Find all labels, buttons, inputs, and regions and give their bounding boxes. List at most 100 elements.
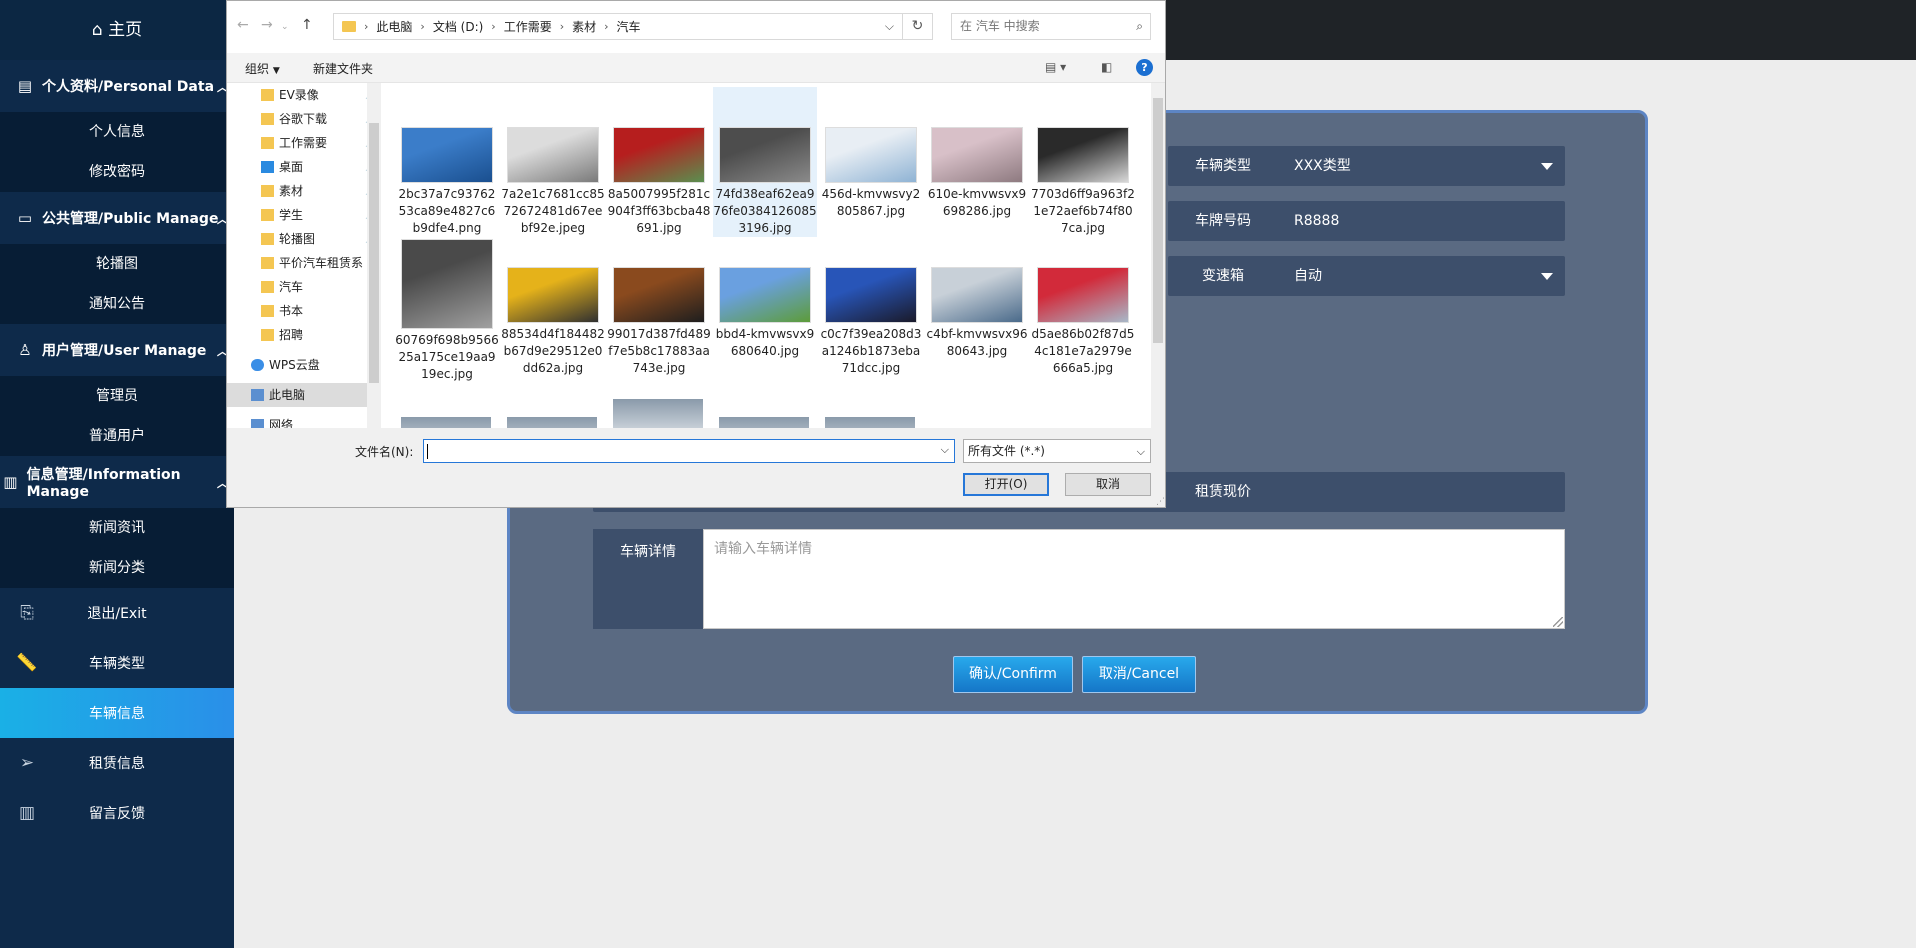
file-tile[interactable]: 60769f698b956625a175ce19aa919ec.jpg [395, 239, 499, 383]
plate-number-field[interactable]: 车牌号码 R8888 [1168, 201, 1565, 241]
cancel-button[interactable]: 取消/Cancel [1082, 656, 1196, 693]
chevron-down-icon[interactable]: ⌵ [885, 19, 894, 34]
file-tile[interactable]: 7a2e1c7681cc8572672481d67eebf92e.jpeg [501, 87, 605, 237]
file-thumbnail [401, 127, 493, 183]
nav-item[interactable]: 书本 [261, 299, 303, 323]
nav-item-this-pc[interactable]: 此电脑 [227, 383, 367, 407]
sidebar-item-rental-info[interactable]: ➢ 租赁信息 [0, 738, 234, 788]
vehicle-type-select[interactable]: 车辆类型 XXX类型 [1168, 146, 1565, 186]
nav-item[interactable]: 工作需要📌 [261, 131, 367, 155]
sidebar-item-personal-info[interactable]: 个人信息 [0, 112, 234, 152]
refresh-button[interactable]: ↻ [903, 13, 933, 40]
sidebar-item-news-category[interactable]: 新闻分类 [0, 548, 234, 588]
file-thumbnail-partial[interactable] [613, 399, 703, 428]
resize-grip-icon[interactable]: ⋰ [1156, 497, 1165, 507]
sidebar-item-exit[interactable]: ⎘ 退出/Exit [0, 588, 234, 638]
plate-number-label: 车牌号码 [1195, 213, 1251, 229]
preview-pane-icon[interactable]: ◧ [1101, 60, 1112, 74]
file-tile[interactable]: c0c7f39ea208d3a1246b1873eba71dcc.jpg [819, 239, 923, 377]
gearbox-select[interactable]: 变速箱 自动 [1168, 256, 1565, 296]
nav-item[interactable]: 谷歌下载📌 [261, 107, 367, 131]
breadcrumb-item[interactable]: 文档 (D:) [433, 18, 483, 35]
sidebar-item-notice[interactable]: 通知公告 [0, 284, 234, 324]
sidebar-group-users[interactable]: ♙ 用户管理/User Manage ︿ [0, 324, 234, 376]
sidebar-home[interactable]: ⌂ 主页 [0, 0, 234, 60]
file-tile[interactable]: d5ae86b02f87d54c181e7a2979e666a5.jpg [1031, 239, 1135, 377]
nav-item[interactable]: 轮播图📌 [261, 227, 367, 251]
file-tile[interactable]: 456d-kmvwsvy2805867.jpg [819, 87, 923, 220]
sidebar-item-normal-user[interactable]: 普通用户 [0, 416, 234, 456]
back-arrow-icon[interactable]: ← [237, 17, 249, 33]
vehicle-detail-textarea[interactable]: 请输入车辆详情 [703, 529, 1565, 629]
breadcrumb-item[interactable]: 此电脑 [376, 18, 412, 35]
sidebar-item-admin[interactable]: 管理员 [0, 376, 234, 416]
file-tile[interactable]: c4bf-kmvwsvx9680643.jpg [925, 239, 1029, 360]
nav-item[interactable]: EV录像📌 [261, 83, 367, 107]
sidebar-group-personal[interactable]: ▤ 个人资料/Personal Data ︿ [0, 60, 234, 112]
file-thumbnail [825, 267, 917, 323]
nav-scrollbar[interactable] [367, 83, 381, 428]
file-thumbnail [825, 127, 917, 183]
breadcrumb-item[interactable]: 工作需要 [504, 18, 552, 35]
file-thumbnail-partial[interactable] [825, 417, 915, 428]
file-thumbnail [613, 127, 705, 183]
nav-item[interactable]: 招聘 [261, 323, 303, 347]
dialog-cancel-button[interactable]: 取消 [1065, 473, 1151, 496]
file-tile[interactable]: 88534d4f184482b67d9e29512e0dd62a.jpg [501, 239, 605, 377]
new-folder-button[interactable]: 新建文件夹 [313, 60, 373, 77]
sidebar-item-change-password[interactable]: 修改密码 [0, 152, 234, 192]
sidebar-item-feedback[interactable]: ▥ 留言反馈 [0, 788, 234, 838]
up-arrow-icon[interactable]: ↑ [301, 17, 313, 33]
file-tile[interactable]: 610e-kmvwsvx9698286.jpg [925, 87, 1029, 220]
forward-arrow-icon[interactable]: → [261, 17, 273, 33]
file-thumbnail-partial[interactable] [401, 417, 491, 428]
file-tile[interactable]: 74fd38eaf62ea976fe03841260853196.jpg [713, 87, 817, 237]
file-tile[interactable]: 2bc37a7c9376253ca89e4827c6b9dfe4.png [395, 87, 499, 237]
scrollbar-thumb[interactable] [369, 123, 379, 383]
sidebar-item-vehicle-info[interactable]: 车辆信息 [0, 688, 234, 738]
help-icon[interactable]: ? [1136, 59, 1153, 76]
sidebar-group-information[interactable]: ▥ 信息管理/Information Manage ︿ [0, 456, 234, 508]
scrollbar-thumb[interactable] [1153, 98, 1163, 343]
file-tile[interactable]: 7703d6ff9a963f21e72aef6b74f807ca.jpg [1031, 87, 1135, 237]
nav-item[interactable]: 平价汽车租赁系 [261, 251, 363, 275]
file-tile[interactable]: 8a5007995f281c904f3ff63bcba48691.jpg [607, 87, 711, 237]
sidebar-group-label: 公共管理/Public Manage [42, 211, 219, 227]
view-options-icon[interactable]: ▤ ▾ [1045, 60, 1066, 74]
resize-grip-icon[interactable] [1553, 617, 1563, 627]
confirm-button[interactable]: 确认/Confirm [953, 656, 1073, 693]
file-thumbnail-partial[interactable] [507, 417, 597, 428]
file-tile[interactable]: 99017d387fd489f7e5b8c17883aa743e.jpg [607, 239, 711, 377]
nav-item[interactable]: 素材📌 [261, 179, 367, 203]
address-bar[interactable]: › 此电脑 › 文档 (D:) › 工作需要 › 素材 › 汽车 ⌵ [333, 13, 903, 40]
nav-item[interactable]: 汽车 [261, 275, 303, 299]
open-button[interactable]: 打开(O) [963, 473, 1049, 496]
file-tile[interactable]: bbd4-kmvwsvx9680640.jpg [713, 239, 817, 360]
file-open-dialog: ← → ⌄ ↑ › 此电脑 › 文档 (D:) › 工作需要 › 素材 › 汽车… [226, 0, 1166, 508]
sidebar-item-news[interactable]: 新闻资讯 [0, 508, 234, 548]
file-name: d5ae86b02f87d54c181e7a2979e666a5.jpg [1031, 327, 1135, 375]
filetype-select[interactable]: 所有文件 (*.*) ⌵ [963, 439, 1151, 463]
file-scrollbar[interactable] [1151, 83, 1165, 428]
breadcrumb-item[interactable]: 汽车 [617, 18, 641, 35]
sidebar-group-public[interactable]: ▭ 公共管理/Public Manage ︿ [0, 192, 234, 244]
nav-item[interactable]: 学生📌 [261, 203, 367, 227]
recent-dropdown-icon[interactable]: ⌄ [281, 22, 289, 32]
file-thumbnail-partial[interactable] [719, 417, 809, 428]
filename-input[interactable]: ⌵ [423, 439, 955, 463]
nav-item[interactable]: 桌面📌 [261, 155, 367, 179]
breadcrumb-separator-icon: › [364, 20, 369, 33]
file-name: c4bf-kmvwsvx9680643.jpg [926, 327, 1028, 358]
search-input[interactable]: 在 汽车 中搜索 ⌕ [951, 13, 1151, 40]
breadcrumb-item[interactable]: 素材 [572, 18, 596, 35]
nav-item[interactable]: WPS云盘 [251, 353, 320, 377]
file-name: 610e-kmvwsvx9698286.jpg [927, 187, 1027, 218]
chevron-down-icon[interactable]: ⌵ [941, 443, 949, 457]
folder-icon [261, 209, 274, 221]
sidebar-item-vehicle-type[interactable]: 📏 车辆类型 [0, 638, 234, 688]
file-thumbnail [1037, 267, 1129, 323]
nav-item[interactable]: 网络 [251, 413, 293, 428]
organize-button[interactable]: 组织 ▼ [245, 60, 280, 77]
sidebar-item-carousel[interactable]: 轮播图 [0, 244, 234, 284]
file-thumbnail [719, 127, 811, 183]
